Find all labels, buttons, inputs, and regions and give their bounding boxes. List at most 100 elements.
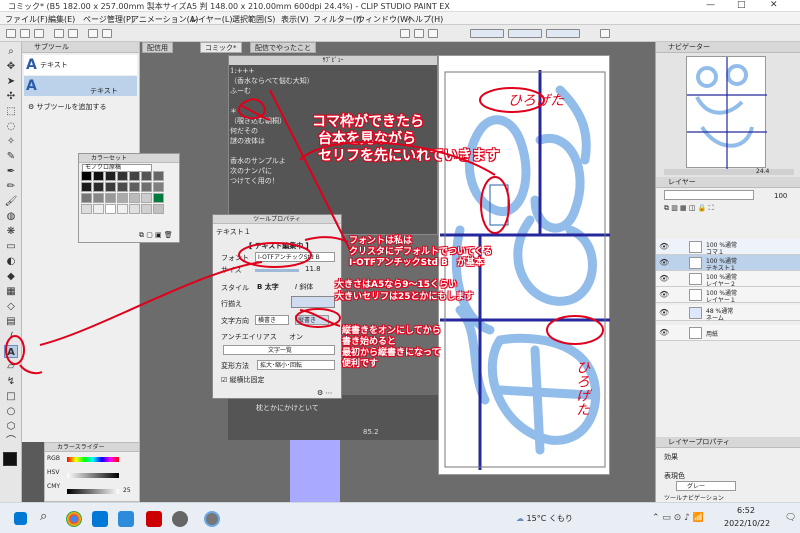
colorset-actions[interactable]: ⧉ ▢ ▣ 🗑 [139,231,173,240]
layer-row-name[interactable]: 👁 48 %通常 ネーム [656,305,800,322]
color-swatch[interactable] [153,171,164,181]
correction-tool-icon[interactable]: ↯ [4,375,18,388]
transform-icon[interactable] [102,29,112,38]
menu-view[interactable]: 表示(V) [281,14,309,25]
edge-icon[interactable] [92,511,108,527]
clip-studio-paint-icon[interactable] [204,511,220,527]
layer-row-koma[interactable]: 👁 100 %通常 コマ１ [656,239,800,256]
menu-page[interactable]: ページ管理(P) [83,14,134,25]
decoration-tool-icon[interactable]: ❋ [4,225,18,238]
navigator-zoom-value[interactable]: 24.4 [756,168,769,175]
subtool-item-text-selected[interactable]: A テキスト [24,76,137,96]
color-swatch[interactable] [105,193,116,203]
gradient-tool-icon[interactable]: ▦ [4,285,18,298]
antialias-value[interactable]: オン [289,332,303,342]
minimize-button[interactable]: — [706,0,715,10]
color-swatch[interactable] [93,204,104,214]
pen-tool-icon[interactable]: ✒ [4,165,18,178]
ruler-tool-icon[interactable]: ∕ [4,330,18,343]
wand-tool-icon[interactable]: ✧ [4,135,18,148]
blend-tool-icon[interactable]: ◐ [4,255,18,268]
color-swatch[interactable] [141,204,152,214]
color-swatch[interactable] [129,193,140,203]
color-swatch[interactable] [141,193,152,203]
clock-time[interactable]: 6:52 [737,506,755,515]
color-swatch[interactable] [153,204,164,214]
stroke-preview-icon[interactable] [470,29,504,38]
menu-help[interactable]: ヘルプ(H) [407,14,443,25]
color-swatch[interactable] [105,171,116,181]
stroke-preview2-icon[interactable] [508,29,542,38]
color-swatch[interactable] [117,193,128,203]
stroke-preview3-icon[interactable] [546,29,580,38]
zoom-tool-icon[interactable]: ⌕ [4,45,18,58]
size-slider[interactable] [255,269,299,272]
shape-ellipse-icon[interactable]: ○ [4,405,18,418]
office-icon[interactable] [146,511,162,527]
menu-window[interactable]: ウィンドウ(W) [357,14,411,25]
redo-icon[interactable] [68,29,78,38]
balloon-tool-icon[interactable]: ▱ [4,360,18,373]
clock-date[interactable]: 2022/10/22 [724,519,770,528]
mail-icon[interactable] [118,511,134,527]
windows-start-icon[interactable] [14,512,27,525]
menu-file[interactable]: ファイル(F) [5,14,48,25]
move-layer-icon[interactable]: ✣ [4,90,18,103]
main-color-swatch[interactable] [3,452,17,466]
color-swatch[interactable] [81,204,92,214]
menu-filter[interactable]: フィルター(I) [313,14,361,25]
keep-ratio-checkbox[interactable]: ☑ 縦横比固定 [221,375,265,385]
color-swatch[interactable] [81,193,92,203]
clip-studio-icon[interactable] [172,511,188,527]
eye-icon[interactable]: 👁 [659,290,669,299]
snap-ruler-icon[interactable] [414,29,424,38]
layer-opacity[interactable]: 100 [774,192,787,200]
size-value[interactable]: 11.8 [305,265,321,273]
color-swatch[interactable] [93,193,104,203]
layer-row-2[interactable]: 👁 100 %通常 レイヤー２ [656,271,800,288]
weather-widget[interactable]: ☁ 15°C くもり [516,513,573,524]
brush-tool-icon[interactable]: 🖌 [4,195,18,208]
saturation-slider[interactable] [67,473,119,478]
pencil-tool-icon[interactable]: ✏ [4,180,18,193]
fill-tool-icon[interactable]: ◆ [4,270,18,283]
mode-rgb[interactable]: RGB [47,455,60,462]
color-swatch[interactable] [81,182,92,192]
color-swatch[interactable] [153,193,164,203]
eye-icon[interactable]: 👁 [659,274,669,283]
color-swatch[interactable] [117,182,128,192]
layer-row-paper[interactable]: 👁 用紙 [656,325,800,341]
save-icon[interactable] [34,29,44,38]
snap-grid-icon[interactable] [428,29,438,38]
color-swatch[interactable] [117,204,128,214]
new-file-icon[interactable] [6,29,16,38]
horizontal-button[interactable]: 横書き [255,315,289,325]
notification-icon[interactable]: 🗨 [785,513,796,523]
eraser-tool-icon[interactable]: ▭ [4,240,18,253]
color-mode-select[interactable]: グレー [676,481,736,491]
color-swatch[interactable] [153,182,164,192]
frame-tool-icon[interactable]: ▤ [4,315,18,328]
toolprop-menu-icon[interactable]: ⚙ ⋯ [317,389,333,397]
menu-selection[interactable]: 選択範囲(S) [232,14,275,25]
align-buttons[interactable] [291,296,335,308]
mode-cmy[interactable]: CMY [47,483,60,490]
menu-animation[interactable]: アニメーション(A) [131,14,198,25]
color-swatch[interactable] [141,182,152,192]
close-button[interactable]: ✕ [770,0,778,10]
color-swatch[interactable] [105,182,116,192]
layer-toolbar[interactable]: ⧉ ▥ ▦ ◫ 🔒 ⛶ [664,204,794,214]
menu-edit[interactable]: 編集(E) [48,14,75,25]
color-swatch[interactable] [81,171,92,181]
text-tool-icon[interactable]: A [4,345,18,358]
undo-icon[interactable] [54,29,64,38]
move-tool-icon[interactable]: ✥ [4,60,18,73]
bold-button[interactable]: B 太字 [257,282,279,292]
color-swatch[interactable] [117,171,128,181]
slider-value[interactable]: 25 [123,487,131,494]
font-select[interactable]: I-OTFアンチックStd B [255,252,335,262]
vertical-button[interactable]: 縦書き [295,315,329,325]
shape-rect-icon[interactable]: □ [4,390,18,403]
canvas-zoom[interactable]: 85.2 [363,428,379,436]
tab-haishin-done[interactable]: 配信でやったこと [250,42,316,53]
